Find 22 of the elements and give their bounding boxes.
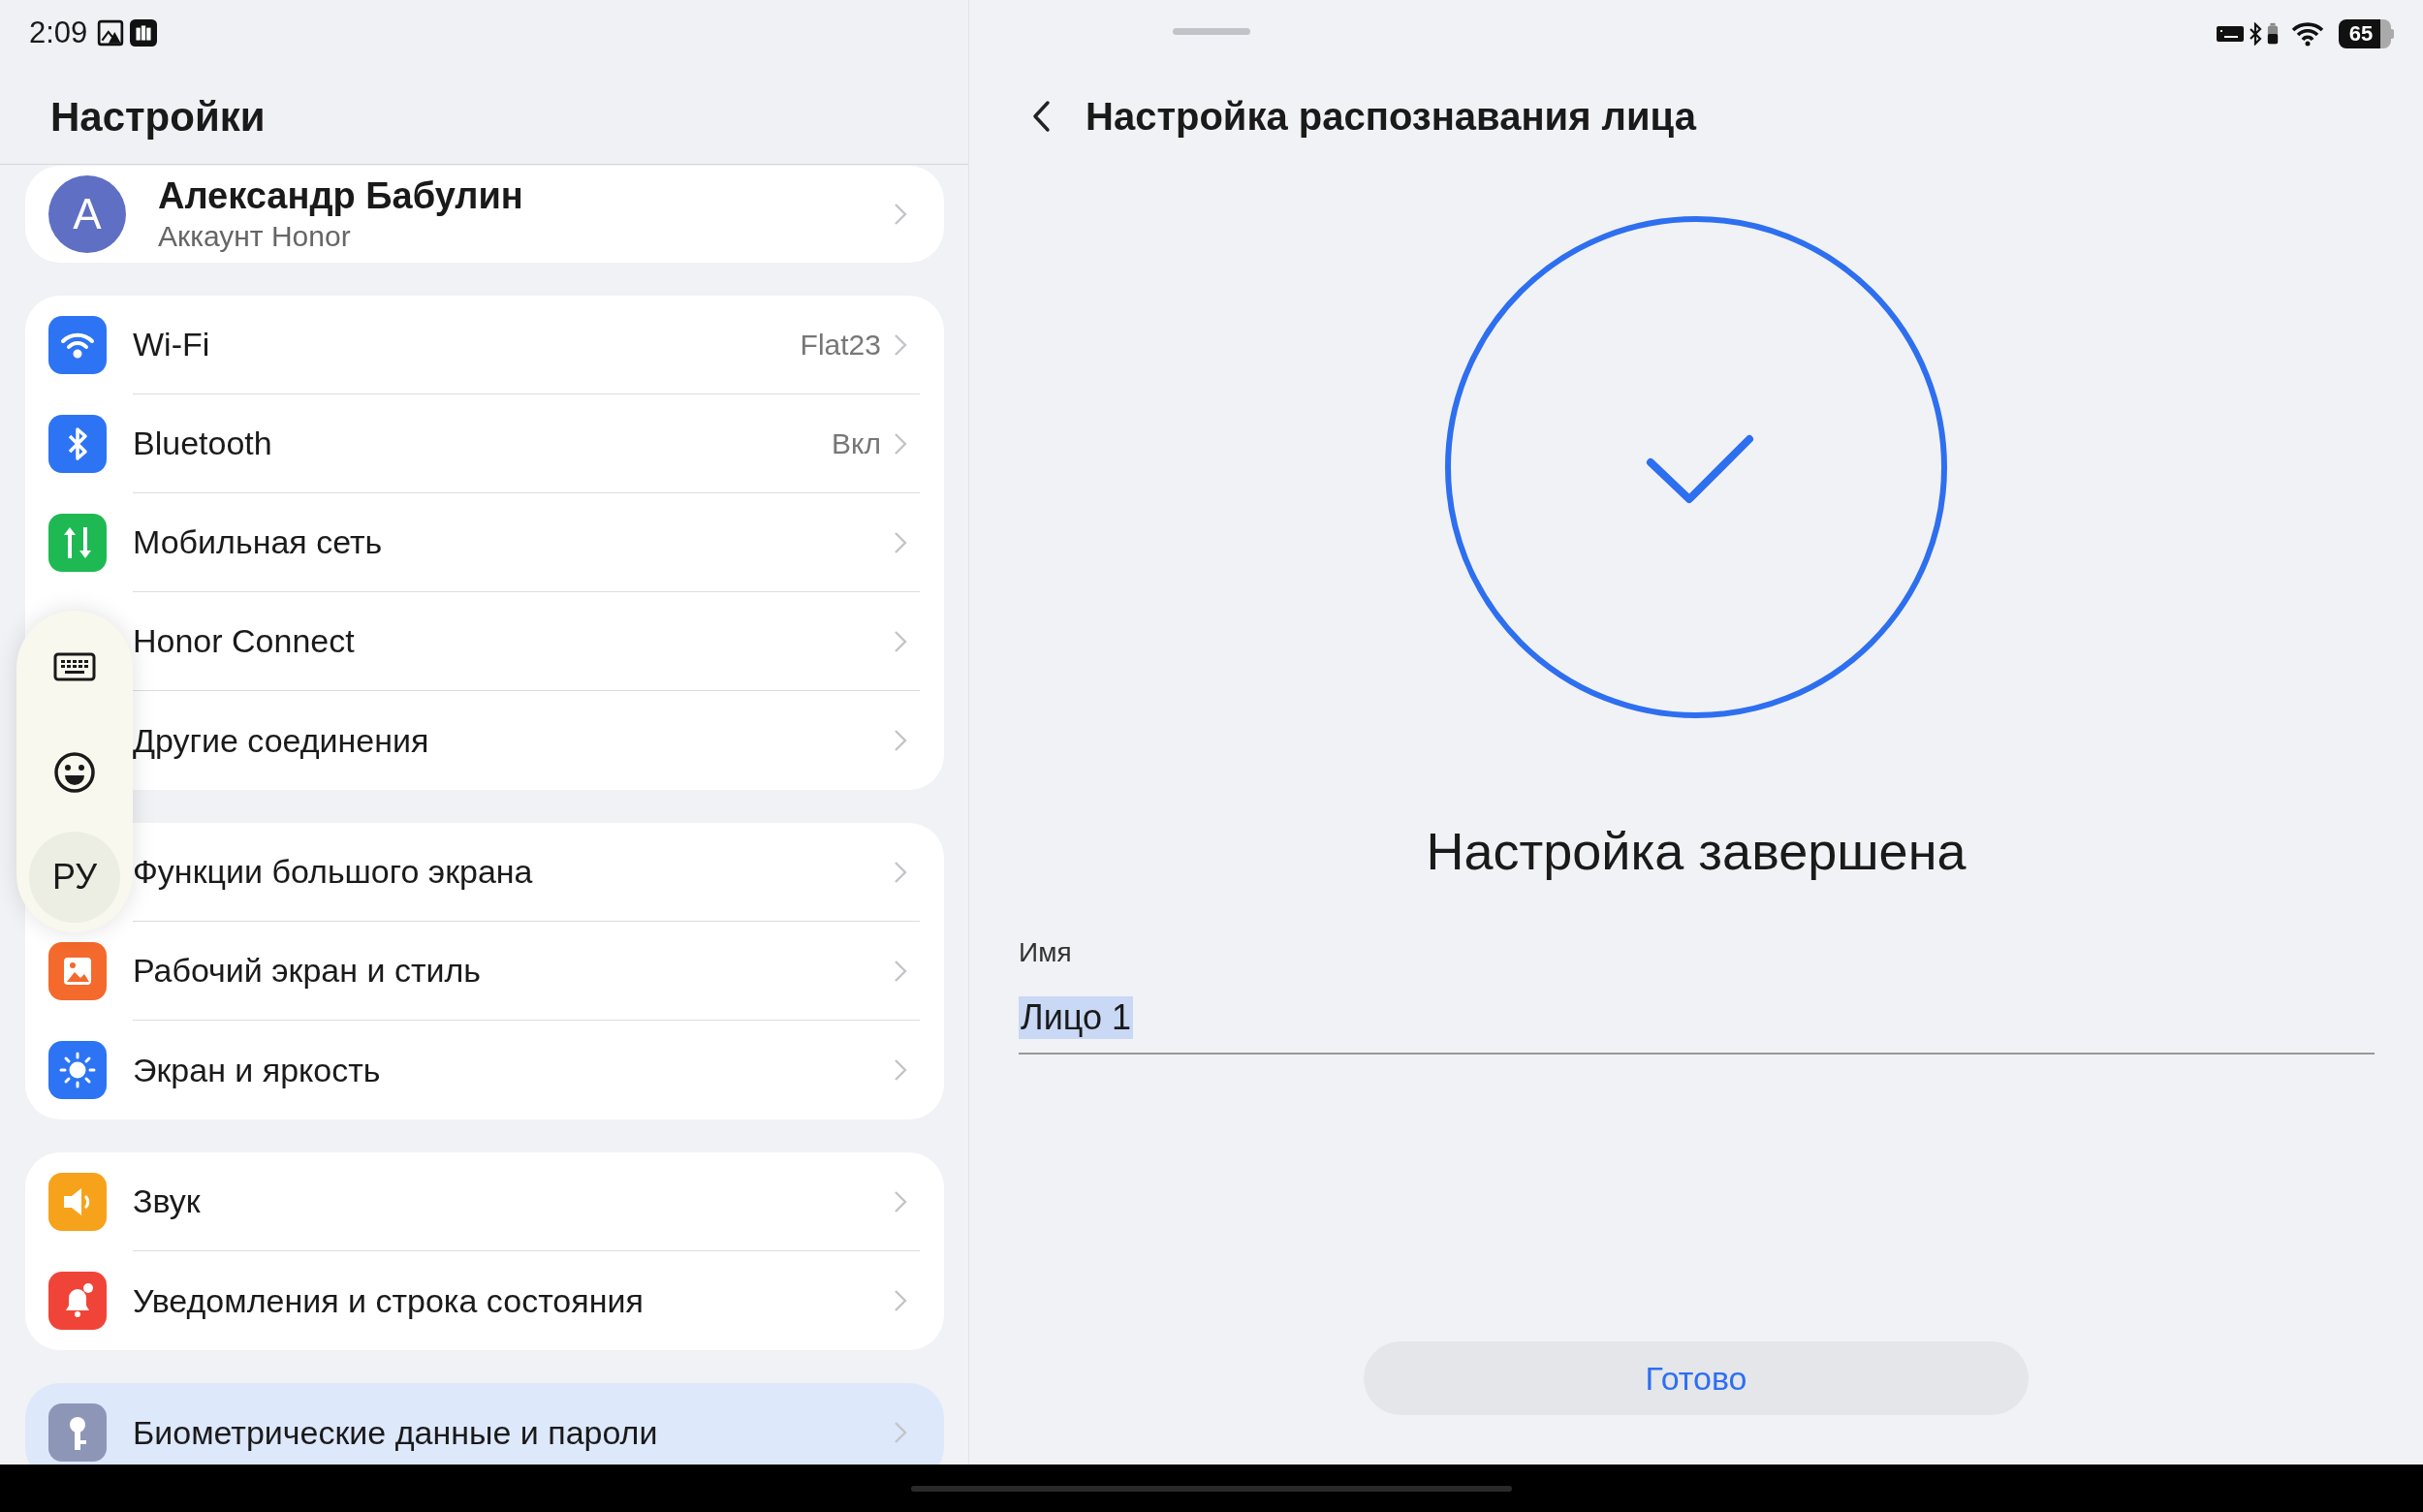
account-name: Александр Бабулин [158,174,524,218]
page-title: Настройка распознавания лица [1086,94,1696,139]
settings-item-label: Биометрические данные и пароли [133,1413,659,1452]
name-field-label: Имя [1019,936,1073,969]
settings-item-label: Другие соединения [133,721,430,760]
settings-item-label: Рабочий экран и стиль [133,952,483,990]
settings-item-label: Функции большого экрана [133,853,534,891]
settings-item-label: Мобильная сеть [133,523,384,561]
settings-item-label: Wi-Fi [133,326,211,363]
settings-item-label: Bluetooth [133,425,273,462]
settings-item-label: Уведомления и строка состояния [133,1281,645,1320]
account-subtitle: Аккаунт Honor [158,219,352,254]
settings-item-value: Вкл [832,426,881,460]
avatar: A [48,175,126,253]
battery-indicator: 65 [2339,19,2394,48]
settings-item-label: Экран и яркость [133,1051,382,1089]
completion-message: Настройка завершена [1426,822,1967,880]
settings-item-label: Звук [133,1182,202,1220]
settings-title: Настройки [50,93,267,142]
settings-item-label: Honor Connect [133,622,356,660]
settings-item-value: Flat23 [800,328,881,362]
status-time: 2:09 [29,16,88,50]
